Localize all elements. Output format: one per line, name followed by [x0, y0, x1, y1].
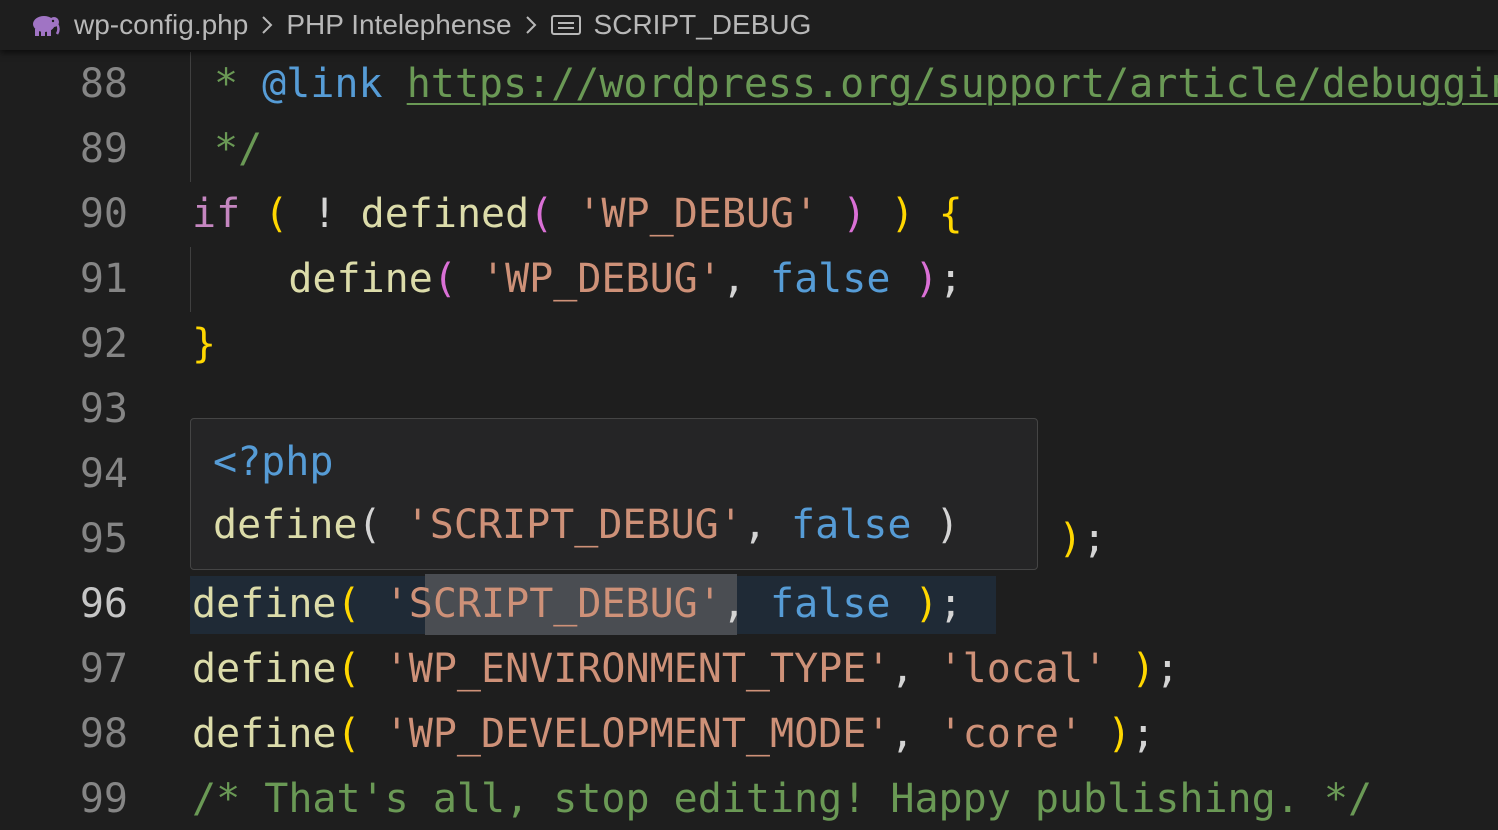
- line-number: 98: [79, 711, 128, 757]
- code-line: 88 * @link https://wordpress.org/support…: [0, 52, 1498, 117]
- code-line: 92 }: [0, 312, 1498, 377]
- code-line: 89 */: [0, 117, 1498, 182]
- breadcrumb-file[interactable]: wp-config.php: [0, 9, 248, 41]
- line-number: 91: [79, 256, 128, 302]
- breadcrumb: wp-config.php PHP Intelephense SCRIPT_DE…: [0, 0, 1498, 50]
- docs-link[interactable]: https://wordpress.org/support/article/de…: [407, 61, 1498, 107]
- line-number: 96: [79, 581, 128, 627]
- breadcrumb-symbol-label: SCRIPT_DEBUG: [593, 9, 812, 40]
- line-code[interactable]: if ( ! defined( 'WP_DEBUG' ) ) {: [192, 182, 963, 247]
- code-line: 98 define( 'WP_DEVELOPMENT_MODE', 'core'…: [0, 702, 1498, 767]
- hovered-symbol: SCRIPT_DEBUG: [408, 581, 698, 627]
- line-code[interactable]: */: [192, 117, 262, 182]
- hover-signature: define( 'SCRIPT_DEBUG', false ): [213, 502, 960, 548]
- chevron-right-icon: [260, 14, 274, 36]
- indent-guide: [190, 247, 191, 312]
- line-code[interactable]: define( 'WP_ENVIRONMENT_TYPE', 'local' )…: [192, 637, 1179, 702]
- line-code[interactable]: define( 'WP_DEBUG', false );: [192, 247, 962, 312]
- line-code[interactable]: define( 'SCRIPT_DEBUG', false );: [192, 572, 963, 637]
- constant-symbol-icon: [550, 13, 582, 37]
- line-code[interactable]: /* That's all, stop editing! Happy publi…: [192, 767, 1372, 830]
- indent-guide: [190, 52, 191, 117]
- indent-guide: [190, 117, 191, 182]
- line-number: 88: [79, 61, 128, 107]
- line-number: 95: [79, 516, 128, 562]
- line-code[interactable]: * @link https://wordpress.org/support/ar…: [192, 52, 1498, 117]
- breadcrumb-extension-label: PHP Intelephense: [286, 9, 512, 40]
- hover-tooltip: <?php define( 'SCRIPT_DEBUG', false ): [190, 418, 1038, 570]
- line-code[interactable]: }: [192, 312, 216, 377]
- elephant-icon: [30, 13, 60, 37]
- line-number: 92: [79, 321, 128, 367]
- breadcrumb-file-label: wp-config.php: [74, 9, 249, 40]
- hover-php-tag: <?php: [213, 439, 334, 485]
- code-line: 91 define( 'WP_DEBUG', false );: [0, 247, 1498, 312]
- code-line: 90 if ( ! defined( 'WP_DEBUG' ) ) {: [0, 182, 1498, 247]
- line-number: 89: [79, 126, 128, 172]
- code-line: 99 /* That's all, stop editing! Happy pu…: [0, 767, 1498, 830]
- breadcrumb-symbol[interactable]: SCRIPT_DEBUG: [550, 9, 812, 41]
- line-number: 97: [79, 646, 128, 692]
- line-number: 99: [79, 776, 128, 822]
- code-line-active: 96 define( 'SCRIPT_DEBUG', false );: [0, 572, 1498, 637]
- line-number: 94: [79, 451, 128, 497]
- line-number: 90: [79, 191, 128, 237]
- chevron-right-icon: [524, 14, 538, 36]
- line-number: 93: [79, 386, 128, 432]
- line-code[interactable]: define( 'WP_DEVELOPMENT_MODE', 'core' );: [192, 702, 1155, 767]
- code-line: 97 define( 'WP_ENVIRONMENT_TYPE', 'local…: [0, 637, 1498, 702]
- breadcrumb-extension[interactable]: PHP Intelephense: [286, 9, 511, 41]
